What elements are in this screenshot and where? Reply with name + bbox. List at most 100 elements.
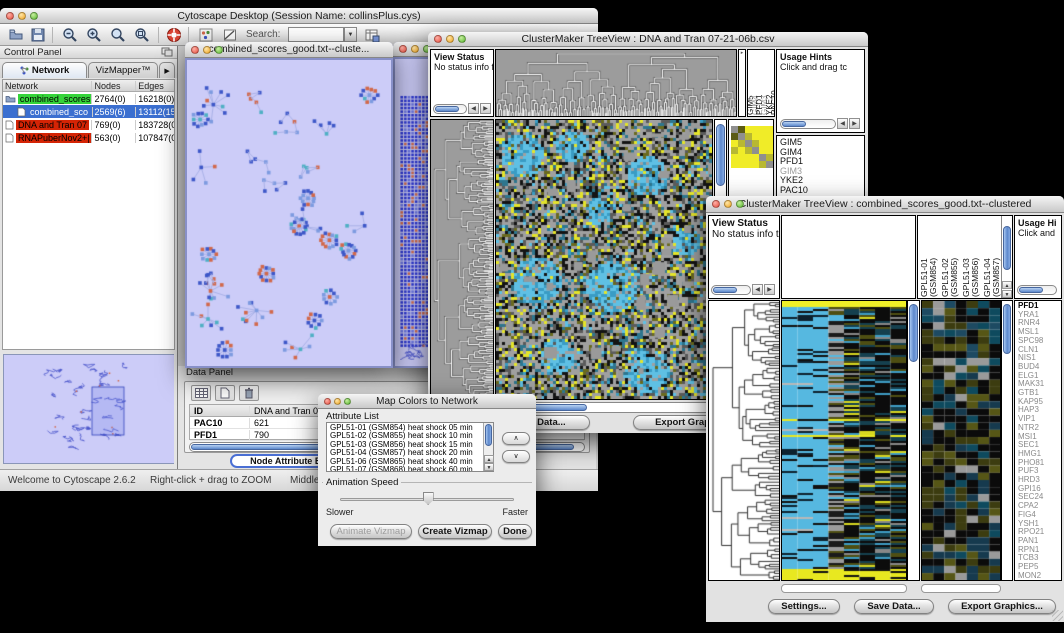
settings-button[interactable]: Settings... (768, 599, 840, 614)
gene-label[interactable]: MON2 (1018, 572, 1061, 581)
network-row-combined-sco-selected[interactable]: combined_sco 2569(6) 13112(15) (3, 105, 174, 118)
scroll-right-icon[interactable]: ▶ (480, 103, 491, 114)
tv2-column-labels[interactable]: GPL51-01 (GSM854)GPL51-02 (GSM855)GPL51-… (918, 216, 1012, 298)
zoom-window-icon[interactable] (344, 398, 351, 405)
network-row-combined-scores[interactable]: combined_scores 2764(0) 16218(0) (3, 92, 174, 105)
zoom-out-icon[interactable] (60, 26, 80, 44)
column-label[interactable]: GPL51-01 (GSM854) (920, 217, 938, 297)
close-icon[interactable] (399, 45, 407, 53)
scroll-down-icon[interactable]: ▼ (484, 463, 494, 471)
close-icon[interactable] (191, 46, 199, 54)
scroll-down-icon[interactable]: ▼ (1002, 290, 1012, 298)
tv1-gene-dendrogram[interactable] (431, 120, 493, 399)
header-nodes[interactable]: Nodes (92, 81, 136, 91)
scroll-up-icon[interactable]: ▲ (1002, 281, 1012, 289)
scroll-up-icon[interactable]: ▲ (484, 455, 494, 463)
tv2-hscrollbar-1[interactable] (781, 584, 907, 593)
column-label[interactable]: GPL51-03 (GSM856) (962, 217, 980, 297)
map-dialog-titlebar[interactable]: Map Colors to Network (318, 394, 536, 409)
zoom-window-icon[interactable] (30, 12, 38, 20)
new-attribute-icon[interactable] (215, 385, 235, 401)
tv2-zoom-heatmap[interactable] (922, 301, 1000, 580)
main-titlebar[interactable]: Cytoscape Desktop (Session Name: collins… (0, 8, 598, 24)
zoom-window-icon[interactable] (458, 35, 466, 43)
zoom-window-icon[interactable] (736, 200, 744, 208)
tv2-status-scrollbar[interactable]: ◀▶ (711, 284, 775, 295)
close-icon[interactable] (434, 35, 442, 43)
treeview2-titlebar[interactable]: ClusterMaker TreeView : combined_scores_… (706, 196, 1064, 213)
minimize-icon[interactable] (334, 398, 341, 405)
column-label[interactable]: PAC10 (773, 51, 775, 115)
scroll-thumb[interactable] (716, 124, 725, 186)
network-row-rnapuber[interactable]: RNAPuberNov2+| 563(0) 107847(0) (3, 131, 174, 144)
window-controls[interactable] (434, 35, 466, 43)
birdseye-view[interactable] (3, 354, 174, 464)
tv2-array-dendrogram-pane[interactable] (781, 215, 916, 299)
close-icon[interactable] (712, 200, 720, 208)
move-up-button[interactable]: ∧ (502, 432, 530, 445)
table-mode-icon[interactable] (191, 385, 211, 401)
attribute-list-vscrollbar[interactable]: ▲▼ (483, 423, 493, 471)
close-icon[interactable] (324, 398, 331, 405)
save-data-button[interactable]: Save Data... (854, 599, 934, 614)
tv1-heatmap[interactable] (496, 120, 712, 399)
resize-grip[interactable] (1052, 610, 1063, 621)
tab-vizmapper[interactable]: VizMapper™ (88, 62, 158, 78)
zoom-window-icon[interactable] (215, 46, 223, 54)
network-table-header[interactable]: Network Nodes Edges (3, 80, 174, 92)
treeview1-titlebar[interactable]: ClusterMaker TreeView : DNA and Tran 07-… (428, 32, 868, 47)
zoom-selected-icon[interactable] (108, 26, 128, 44)
tv1-column-labels[interactable]: GIM5GIM4PFD1GIM3YKE2PAC10 (748, 50, 774, 116)
minimize-icon[interactable] (18, 12, 26, 20)
scroll-left-icon[interactable]: ◀ (752, 284, 763, 295)
network-view-titlebar[interactable]: combined_scores_good.txt--cluste... (185, 42, 393, 58)
header-network[interactable]: Network (3, 81, 92, 91)
network-canvas[interactable] (187, 60, 391, 366)
tv2-zoom-vscrollbar[interactable] (1001, 300, 1013, 581)
column-label[interactable]: GPL51-04 (GSM857) (983, 217, 1001, 297)
minimize-icon[interactable] (446, 35, 454, 43)
window-controls[interactable] (6, 12, 38, 20)
scroll-right-icon[interactable]: ▶ (764, 284, 775, 295)
header-edges[interactable]: Edges (136, 81, 174, 91)
delete-attribute-icon[interactable] (239, 385, 259, 401)
gene-label[interactable]: PAC10 (780, 186, 864, 196)
attribute-item[interactable]: GPL51-07 (GSM868) heat shock 60 min (330, 466, 481, 472)
grid-network-canvas[interactable] (400, 95, 428, 360)
tv1-row-labels[interactable]: GIM5GIM4PFD1GIM3YKE2PAC10 (777, 136, 864, 195)
zoom-fit-icon[interactable] (132, 26, 152, 44)
window-controls[interactable] (324, 398, 351, 405)
scroll-thumb[interactable] (909, 304, 918, 362)
tv1-hints-scrollbar[interactable]: ◀▶ (780, 118, 860, 129)
tv1-array-dendrogram[interactable] (496, 50, 736, 116)
scroll-left-icon[interactable]: ◀ (468, 103, 479, 114)
open-folder-icon[interactable] (6, 26, 26, 44)
close-icon[interactable] (6, 12, 14, 20)
tv2-heatmap-vscrollbar[interactable] (907, 300, 920, 581)
network-row-dna-tran[interactable]: DNA and Tran 07 769(0) 183728(0) (3, 118, 174, 131)
done-button[interactable]: Done (498, 524, 532, 539)
tab-overflow-button[interactable]: ▶ (159, 62, 175, 78)
window-controls[interactable] (191, 46, 223, 54)
attribute-list[interactable]: GPL51-01 (GSM854) heat shock 05 minGPL51… (326, 422, 494, 472)
minimize-icon[interactable] (411, 45, 419, 53)
export-graphics-button[interactable]: Export Graphics... (948, 599, 1056, 614)
slider-thumb[interactable] (423, 492, 434, 505)
column-label[interactable]: GPL51-02 (GSM855) (941, 217, 959, 297)
minimize-icon[interactable] (724, 200, 732, 208)
create-vizmap-button[interactable]: Create Vizmap (418, 524, 492, 539)
search-input[interactable] (288, 27, 344, 42)
scroll-thumb[interactable] (1003, 226, 1011, 270)
scroll-left-icon[interactable]: ◀ (837, 118, 848, 129)
tv2-hints-scrollbar[interactable] (1017, 285, 1057, 295)
tv2-hscrollbar-2[interactable] (921, 584, 1001, 593)
tv2-gene-dendrogram[interactable] (709, 301, 779, 580)
zoom-in-icon[interactable] (84, 26, 104, 44)
tab-network[interactable]: Network (2, 62, 87, 78)
window-controls[interactable] (712, 200, 744, 208)
help-lifering-icon[interactable] (164, 26, 184, 44)
tv1-status-scrollbar[interactable]: ◀▶ (433, 103, 491, 114)
tv2-labels-vscrollbar[interactable]: ▲▼ (1001, 216, 1012, 298)
scroll-thumb[interactable] (485, 424, 492, 446)
search-dropdown-icon[interactable]: ▼ (344, 27, 357, 42)
